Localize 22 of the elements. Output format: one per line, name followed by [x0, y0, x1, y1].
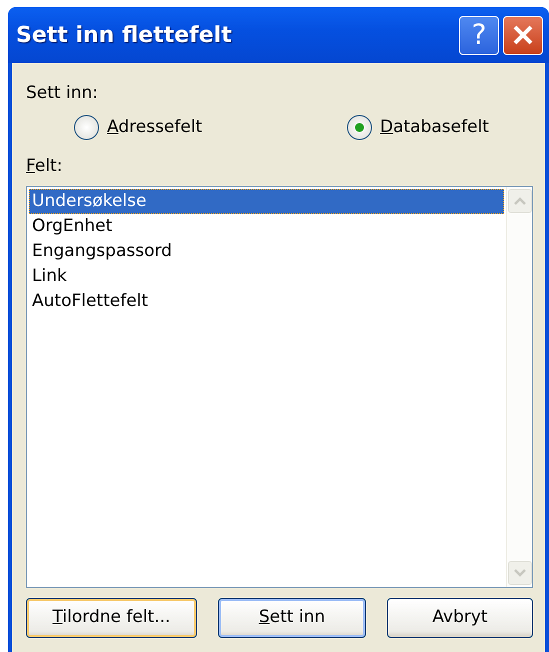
window-title: Sett inn flettefelt [16, 22, 232, 50]
chevron-down-icon [513, 568, 527, 578]
chevron-up-icon [513, 196, 527, 206]
list-item[interactable]: OrgEnhet [29, 214, 504, 238]
list-item[interactable]: Undersøkelse [29, 188, 504, 214]
scroll-up-button[interactable] [508, 188, 532, 212]
list-item[interactable]: Link [29, 264, 504, 288]
list-label: Felt: [26, 155, 64, 178]
dialog-button[interactable]: Tilordne felt... [26, 598, 197, 638]
field-list[interactable]: Undersøkelse OrgEnhet Engangspassord Link AutoFlettefelt [26, 186, 533, 588]
scroll-down-button[interactable] [508, 561, 532, 585]
help-button[interactable]: ? [459, 16, 499, 54]
close-icon [511, 23, 535, 47]
scrollbar[interactable] [506, 186, 532, 587]
radio-option[interactable]: Adressefelt [74, 114, 347, 140]
list-item[interactable]: AutoFlettefelt [29, 288, 504, 314]
dialog-button[interactable]: Avbryt [387, 598, 533, 638]
list-item[interactable]: Engangspassord [29, 238, 504, 264]
radio-option[interactable]: Databasefelt [347, 114, 489, 140]
close-button[interactable] [503, 16, 543, 54]
group-label: Sett inn: [26, 82, 99, 105]
dialog-button[interactable]: Sett inn [218, 598, 366, 638]
